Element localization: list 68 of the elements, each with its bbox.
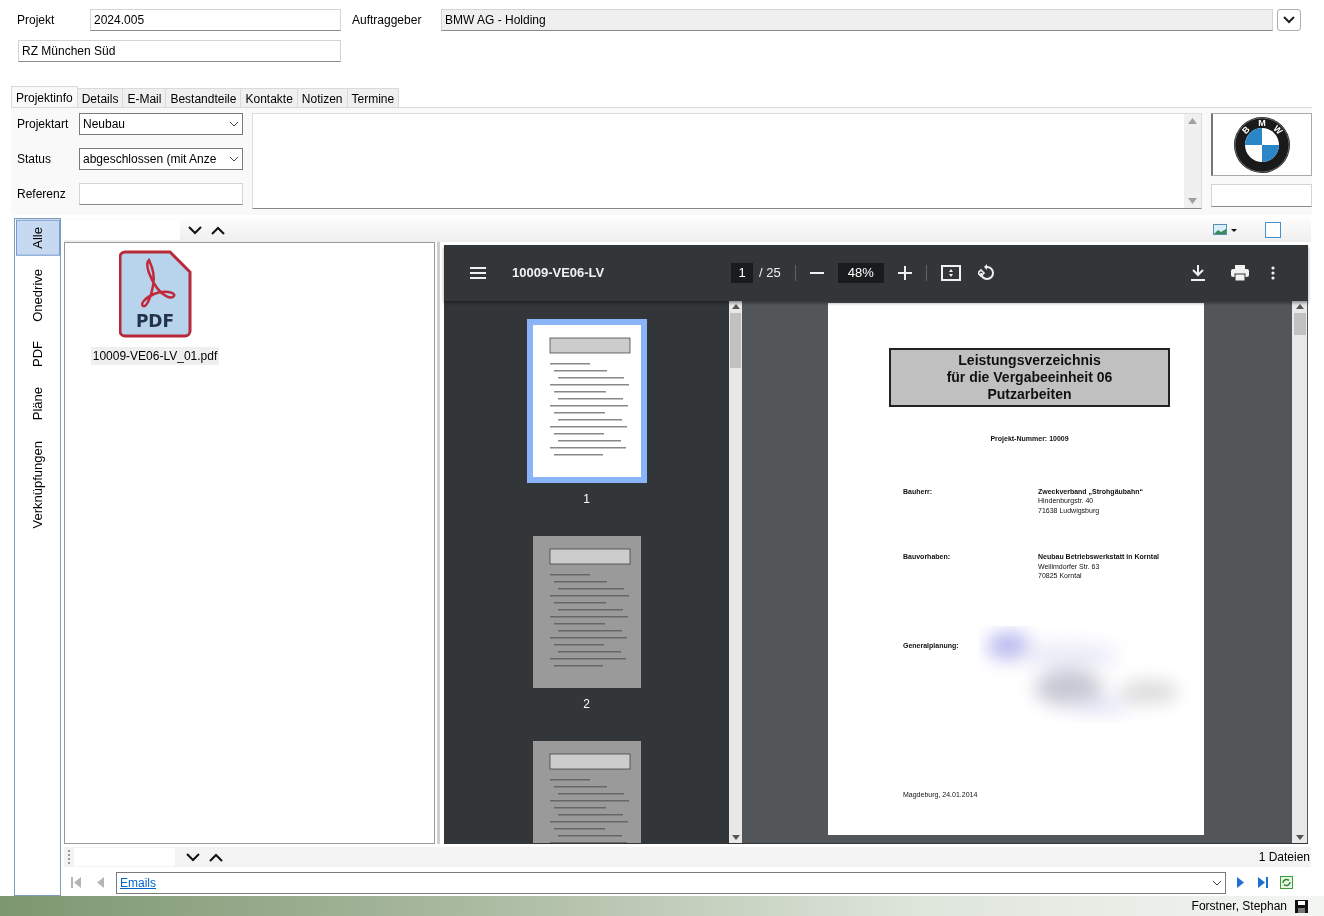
side-tab[interactable]: Verknüpfungen <box>22 433 53 536</box>
side-tab[interactable]: PDF <box>22 334 53 375</box>
dropdown-field[interactable]: abgeschlossen (mit Anze <box>79 148 243 170</box>
scrollbar-thumb[interactable] <box>1293 313 1306 335</box>
logo-caption-field[interactable] <box>1211 184 1312 207</box>
scroll-down-icon[interactable] <box>731 835 740 840</box>
side-tab[interactable]: Onedrive <box>22 261 53 329</box>
field-label: Projektart <box>17 116 70 133</box>
file-count: 1 Dateien <box>1258 849 1310 866</box>
page-number: 2 <box>583 696 590 713</box>
rotate-icon[interactable] <box>977 264 996 282</box>
save-icon[interactable] <box>1295 899 1308 913</box>
field-label: Projekt <box>17 12 56 29</box>
emails-link[interactable]: Emails <box>120 873 156 892</box>
project-name-field[interactable]: RZ München Süd <box>18 40 341 62</box>
last-record-icon[interactable] <box>1258 877 1268 888</box>
pdf-file-icon[interactable]: PDF <box>118 250 192 339</box>
tab[interactable]: E-Mail <box>122 88 167 107</box>
logo-icon: B M W <box>1233 115 1291 174</box>
project-number-field[interactable]: 2024.005 <box>90 9 341 31</box>
download-icon[interactable] <box>1191 265 1205 281</box>
fit-page-icon[interactable] <box>940 265 961 281</box>
menu-icon[interactable] <box>470 267 486 279</box>
tab[interactable]: Notizen <box>296 88 348 107</box>
square-icon[interactable] <box>1265 222 1281 238</box>
caret-icon <box>229 121 239 127</box>
text-field[interactable] <box>79 183 243 205</box>
user-name: Forstner, Stephan <box>1191 898 1287 915</box>
field-label: Referenz <box>17 186 67 203</box>
client-field[interactable]: BMW AG - Holding <box>441 9 1273 31</box>
document-title: 10009-VE06-LV <box>512 264 606 283</box>
page-number-field[interactable]: 1 <box>731 263 753 283</box>
field-label: Auftraggeber <box>352 12 423 29</box>
navigator-combo[interactable]: Emails <box>116 871 1226 894</box>
tab[interactable]: Details <box>76 88 124 107</box>
dropdown-button[interactable] <box>1277 9 1301 31</box>
tab[interactable]: Bestandteile <box>165 88 242 107</box>
field-label: Status <box>17 151 53 168</box>
scroll-down-icon[interactable] <box>1295 835 1304 840</box>
side-tab[interactable]: Alle <box>15 220 60 256</box>
zoom-field[interactable]: 48% <box>837 263 884 283</box>
caret-icon <box>1212 879 1222 886</box>
print-icon[interactable] <box>1231 265 1249 281</box>
expand-icon[interactable] <box>188 225 202 235</box>
next-record-icon[interactable] <box>1236 877 1244 888</box>
page-number: 1 <box>583 491 590 508</box>
side-tab[interactable]: Pläne <box>22 380 53 428</box>
expand-icon[interactable] <box>186 852 200 862</box>
scroll-up-icon[interactable] <box>731 304 740 309</box>
scroll-up-icon[interactable] <box>1295 304 1304 309</box>
caret-icon <box>229 156 239 162</box>
collapse-icon[interactable] <box>209 852 223 862</box>
page-thumbnail[interactable] <box>526 319 647 483</box>
image-view-icon[interactable] <box>1213 224 1237 236</box>
caret-icon <box>1283 16 1295 24</box>
scrollbar-thumb[interactable] <box>730 313 741 368</box>
tab[interactable]: Projektinfo <box>11 86 78 107</box>
page-count: / 25 <box>759 264 781 283</box>
document-heading: Leistungsverzeichnis für die Vergabeeinheit 06 Putzarbeiten <box>889 348 1170 407</box>
tab[interactable]: Termine <box>346 88 400 107</box>
more-icon[interactable] <box>1271 266 1275 280</box>
file-name[interactable]: 10009-VE06-LV_01.pdf <box>90 347 220 365</box>
grip-icon[interactable] <box>68 850 71 864</box>
zoom-in-icon[interactable] <box>897 266 912 280</box>
collapse-icon[interactable] <box>211 225 225 235</box>
dropdown-field[interactable]: Neubau <box>79 113 243 135</box>
refresh-icon[interactable] <box>1279 876 1293 889</box>
tab[interactable]: Kontakte <box>240 88 298 107</box>
